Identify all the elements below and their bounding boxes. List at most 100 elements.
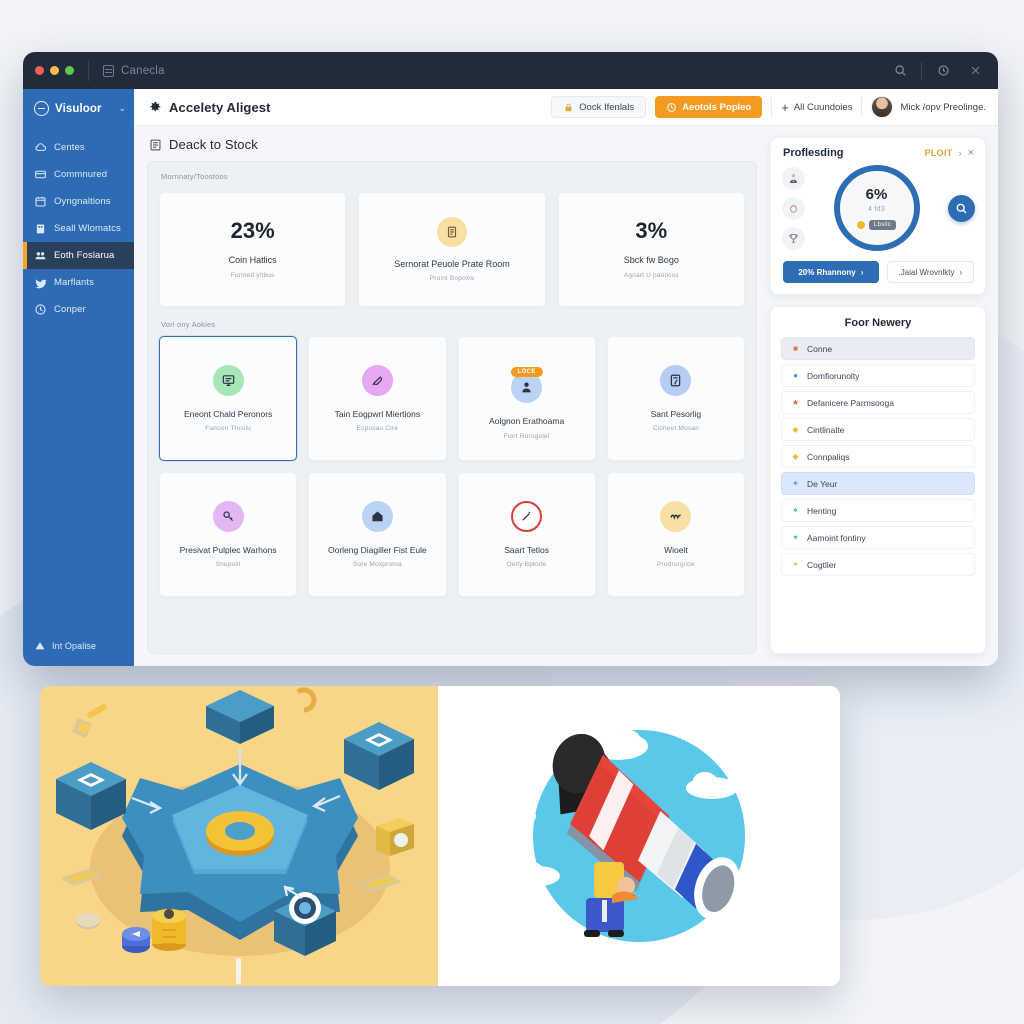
sidebar-item-conper[interactable]: Conper — [23, 296, 134, 323]
feature-card[interactable]: Tain Eogpwrl Miertions Ecposau Cire — [308, 336, 447, 461]
feature-card[interactable]: Sant Pesorlig Cioheet Mosan — [606, 336, 745, 461]
stat-label: Coin Hatlics — [228, 255, 277, 266]
feature-sub: Cioheet Mosan — [652, 425, 700, 433]
list-item[interactable]: ✶ Henting — [781, 499, 975, 522]
sidebar-footer-item[interactable]: Int Opalise — [23, 640, 134, 666]
page-title: Accelety Aligest — [148, 100, 271, 115]
sidebar-item-centes[interactable]: Centes — [23, 134, 134, 161]
add-link-label: All Cuundoies — [793, 101, 853, 113]
oock-ifenlals-button[interactable]: Oock Ifenlals — [551, 96, 647, 118]
minimize-dot[interactable] — [50, 66, 59, 75]
stat-card[interactable]: 3% Sbck fw Bogo Agoart U paoticos — [557, 192, 745, 307]
list-panel: Foor Newery ■ Conne ● Domfiorunolty ★ De… — [770, 306, 986, 654]
plant-icon: ✶ — [792, 533, 799, 542]
list-item[interactable]: ✶ Aamoint fontiny — [781, 526, 975, 549]
titlebar-divider-2 — [921, 61, 922, 80]
main-area: Accelety Aligest Oock Ifenlals Aeotols P… — [134, 89, 998, 666]
feature-card[interactable]: LOCE Aolgnon Erathoama Fiort Rorogolel — [457, 336, 596, 461]
worker-icon[interactable] — [782, 166, 805, 190]
sidebar-item-label: Centes — [54, 142, 85, 153]
list-item-label: Aamoint fontiny — [807, 532, 866, 543]
add-all-cuundoies-link[interactable]: + All Cuundoies — [781, 101, 852, 114]
chevron-down-icon[interactable]: ⌄ — [118, 103, 126, 114]
list-item[interactable]: ◆ Cintlinalte — [781, 418, 975, 441]
sidebar: Visuloor ⌄ Centes Commnured Oyngnaltions… — [23, 89, 134, 666]
chevron-right-icon: › — [860, 267, 864, 277]
window-controls[interactable] — [35, 66, 74, 75]
user-name: Mick /opv Preolinge. — [900, 101, 986, 113]
feature-badge: LOCE — [510, 367, 543, 377]
sidebar-item-marflants[interactable]: Marflants — [23, 269, 134, 296]
list-item-label: Defanicere Parmsooga — [807, 397, 894, 408]
feature-sub: Prodrurgiloe — [656, 561, 695, 569]
list-item[interactable]: ◆ Connpaliqs — [781, 445, 975, 468]
avatar — [871, 96, 894, 118]
board-column: Deack to Stock Mornnaty/Toostoos 23% Coi… — [147, 137, 757, 654]
leaf-icon: ✶ — [792, 506, 799, 515]
star-icon: ★ — [791, 398, 800, 407]
brand-name: Visuloor — [55, 102, 102, 115]
aeotols-popleo-label: Aeotols Popleo — [682, 101, 752, 113]
feature-sub: Oeity Bptode — [506, 561, 547, 569]
feature-card[interactable]: Wioelt Prodrurgiloe — [606, 472, 745, 597]
sidebar-item-label: Marflants — [54, 277, 94, 288]
profile-panel-body: 6% 4 fd3 Lbsilc — [771, 163, 985, 261]
wrovnlkty-label: .Jaial Wrovnlkty — [898, 267, 955, 277]
sidebar-nav: Centes Commnured Oyngnaltions Seall Wlom… — [23, 130, 134, 323]
feature-card[interactable]: Presivat Pulplec Warhons Snupuilt — [159, 472, 298, 597]
search-icon[interactable] — [889, 60, 911, 82]
stat-label: Sbck fw Bogo — [623, 255, 679, 266]
bell-icon — [361, 364, 393, 396]
list-item[interactable]: ✶ De Yeur — [781, 472, 975, 495]
sidebar-item-oyngnaltions[interactable]: Oyngnaltions — [23, 188, 134, 215]
feature-label: Saart Tetlos — [504, 544, 549, 555]
grid-subtitle: Vorl ony Aokies — [161, 320, 216, 329]
sidebar-item-commnured[interactable]: Commnured — [23, 161, 134, 188]
history-icon[interactable] — [932, 60, 954, 82]
list-item[interactable]: ■ Conne — [781, 337, 975, 360]
profile-panel-title: Proflesding — [783, 147, 844, 159]
list-item-label: Cogtller — [807, 559, 837, 570]
close-dot[interactable] — [35, 66, 44, 75]
people-icon — [34, 249, 47, 262]
monitor-icon — [212, 364, 244, 396]
trophy-icon[interactable] — [782, 226, 805, 250]
sidebar-item-label: Eoth Foslarua — [54, 250, 115, 261]
list-item-label: Henting — [807, 505, 837, 516]
list-item[interactable]: ★ Defanicere Parmsooga — [781, 391, 975, 414]
chevron-right-icon: › — [959, 267, 963, 277]
wrovnlkty-button[interactable]: .Jaial Wrovnlkty › — [886, 261, 974, 283]
user-menu[interactable]: Mick /opv Preolinge. — [871, 96, 986, 118]
chevron-right-icon[interactable]: › — [959, 148, 962, 158]
bird-icon — [34, 276, 47, 289]
wave-icon — [660, 500, 692, 532]
rhannony-button[interactable]: 20% Rhannony › — [783, 261, 879, 283]
brand-selector[interactable]: Visuloor ⌄ — [23, 89, 134, 130]
list-item[interactable]: ● Domfiorunolty — [781, 364, 975, 387]
sidebar-item-label: Seall Wlomatcs — [54, 223, 121, 234]
cloud-icon — [34, 141, 47, 154]
stat-card[interactable]: Sernorat Peuole Prate Room Proint Bopoxw — [358, 192, 546, 307]
donut-sub: 4 fd3 — [867, 205, 886, 213]
aeotols-popleo-button[interactable]: Aeotols Popleo — [655, 96, 763, 118]
feature-card[interactable]: Oorleng Diagiller Fist Eule Sore Moxprot… — [308, 472, 447, 597]
list-item-label: Connpaliqs — [807, 451, 850, 462]
titlebar-divider — [88, 60, 89, 81]
stat-sub: Agoart U paoticos — [623, 271, 679, 279]
list-item[interactable]: ✶ Cogtller — [781, 553, 975, 576]
feature-card[interactable]: Eneont Chald Peronors Fanoon Tfusilu — [159, 336, 298, 461]
feature-card[interactable]: Saart Tetlos Oeity Bptode — [457, 472, 596, 597]
profile-panel-actions: 20% Rhannony › .Jaial Wrovnlkty › — [771, 261, 985, 294]
face-icon[interactable] — [782, 196, 805, 220]
profile-panel-header: Proflesding PLOIT › × — [771, 138, 985, 163]
content-area: Deack to Stock Mornnaty/Toostoos 23% Coi… — [134, 126, 998, 666]
rhannony-label: 20% Rhannony — [798, 267, 856, 277]
sidebar-item-seall-wlomatcs[interactable]: Seall Wlomatcs — [23, 215, 134, 242]
search-fab-button[interactable] — [948, 194, 975, 222]
maximize-dot[interactable] — [65, 66, 74, 75]
feature-label: Aolgnon Erathoama — [489, 416, 565, 427]
stat-card[interactable]: 23% Coin Hatlics Formed yitbus — [159, 192, 347, 307]
sidebar-item-eoth-foslarua[interactable]: Eoth Foslarua — [23, 242, 134, 269]
close-icon[interactable]: × — [968, 147, 974, 159]
close-icon[interactable] — [964, 60, 986, 82]
